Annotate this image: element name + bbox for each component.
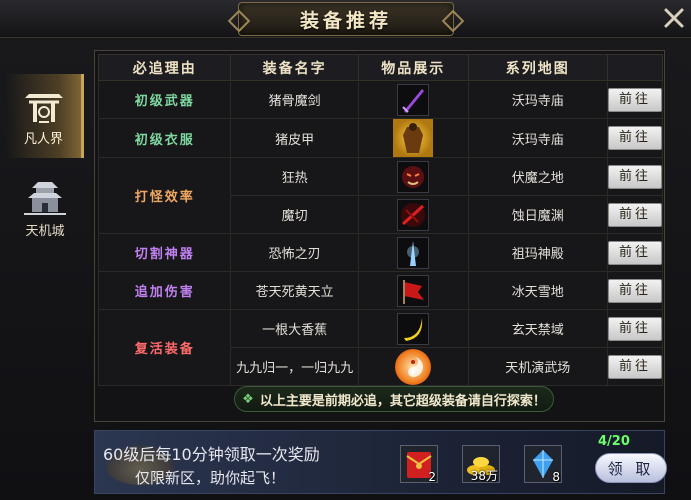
goto-button[interactable]: 前往	[607, 316, 662, 341]
sidebar-tab-label: 天机城	[25, 223, 65, 239]
header-item: 物品展示	[357, 54, 469, 81]
reward-subtitle: 仅限新区，助你起飞！	[135, 469, 286, 487]
item-name: 一根大香蕉	[230, 309, 359, 348]
table-header-row: 必追理由 装备名字 物品展示 系列地图	[97, 54, 664, 81]
temple-gate-icon	[24, 93, 63, 123]
close-button[interactable]	[660, 4, 688, 32]
reward-item[interactable]: 38万	[462, 445, 500, 483]
sidebar-tab-tianjicheng[interactable]: 天机城	[6, 166, 84, 250]
close-icon	[664, 8, 684, 28]
table-row: 初级武器 猪骨魔剑 沃玛寺庙 前往	[97, 80, 664, 119]
reason-cell: 初级武器	[97, 80, 232, 119]
purple-sword-icon[interactable]	[397, 83, 430, 116]
reward-count: 38万	[470, 469, 498, 483]
sidebar-tab-fanrenjie[interactable]: 凡人界	[6, 74, 84, 158]
item-name: 苍天死黄天立	[230, 271, 359, 310]
header-name: 装备名字	[230, 54, 359, 81]
reason-cell: 复活装备	[97, 309, 232, 386]
table-row: 打怪效率 狂热 伏魔之地 前往	[97, 157, 664, 234]
item-name: 猪骨魔剑	[230, 80, 359, 119]
map-name: 蚀日魔渊	[467, 195, 608, 234]
reward-bar: 60级后每10分钟领取一次奖励 仅限新区，助你起飞！ 2 38万 8 4/20 …	[94, 430, 667, 494]
frenzy-mask-icon[interactable]	[397, 160, 430, 193]
table-row: 复活装备 一根大香蕉 玄天禁域 前往	[97, 309, 664, 386]
red-banner-icon[interactable]	[397, 274, 430, 307]
sidebar-tab-label: 凡人界	[23, 131, 63, 147]
sidebar: 凡人界 天机城	[0, 38, 86, 500]
equipment-table: 必追理由 装备名字 物品展示 系列地图 初级武器 猪骨魔剑 沃玛寺庙 前往 初级…	[97, 54, 664, 386]
reason-cell: 追加伤害	[97, 271, 232, 310]
header-action	[606, 54, 664, 81]
golden-armor-icon[interactable]	[393, 119, 434, 157]
claim-button[interactable]: 领 取	[595, 453, 667, 483]
goto-button[interactable]: 前往	[607, 354, 662, 379]
reward-item[interactable]: 2	[400, 445, 438, 484]
reward-item[interactable]: 8	[524, 445, 562, 484]
goto-button[interactable]: 前往	[607, 126, 662, 150]
red-slash-icon[interactable]	[397, 198, 430, 231]
table-row: 初级衣服 猪皮甲 沃玛寺庙 前往	[97, 118, 664, 158]
goto-button[interactable]: 前往	[607, 278, 662, 303]
claim-progress: 4/20	[598, 434, 630, 449]
taiji-orb-icon[interactable]	[395, 348, 432, 385]
equipment-panel: 必追理由 装备名字 物品展示 系列地图 初级武器 猪骨魔剑 沃玛寺庙 前往 初级…	[94, 50, 665, 422]
map-name: 伏魔之地	[467, 157, 608, 196]
map-name: 天机演武场	[467, 347, 608, 386]
window-title: 装备推荐	[299, 9, 392, 32]
map-name: 沃玛寺庙	[467, 118, 608, 158]
goto-button[interactable]: 前往	[607, 202, 662, 227]
reason-cell: 初级衣服	[97, 118, 232, 158]
title-plate: 装备推荐	[238, 2, 454, 36]
table-row: 追加伤害 苍天死黄天立 冰天雪地 前往	[97, 271, 664, 310]
reward-description: 60级后每10分钟领取一次奖励	[103, 445, 320, 464]
item-name: 狂热	[230, 157, 359, 196]
goto-button[interactable]: 前往	[607, 240, 662, 265]
notice-text: 以上主要是前期必追，其它超级装备请自行探索！	[259, 393, 546, 409]
header-map: 系列地图	[467, 54, 608, 81]
notice-banner: ❖ 以上主要是前期必追，其它超级装备请自行探索！	[234, 386, 554, 412]
item-name: 恐怖之刃	[230, 233, 359, 272]
banana-icon[interactable]	[397, 312, 430, 345]
blue-blade-icon[interactable]	[397, 236, 430, 269]
pagoda-city-icon	[24, 181, 66, 215]
goto-button[interactable]: 前往	[607, 164, 662, 189]
map-name: 玄天禁域	[467, 309, 608, 348]
reward-count: 2	[428, 470, 436, 484]
map-name: 祖玛神殿	[467, 233, 608, 272]
item-name: 猪皮甲	[230, 118, 359, 158]
reason-cell: 切割神器	[97, 233, 232, 272]
map-name: 沃玛寺庙	[467, 80, 608, 119]
item-name: 魔切	[230, 195, 359, 234]
goto-button[interactable]: 前往	[607, 87, 662, 112]
table-row: 切割神器 恐怖之刃 祖玛神殿 前往	[97, 233, 664, 272]
item-name: 九九归一，一归九九	[230, 347, 359, 386]
header-reason: 必追理由	[97, 54, 232, 81]
reward-count: 8	[552, 470, 560, 484]
leaf-icon: ❖	[242, 391, 254, 407]
reason-cell: 打怪效率	[97, 157, 232, 234]
map-name: 冰天雪地	[467, 271, 608, 310]
